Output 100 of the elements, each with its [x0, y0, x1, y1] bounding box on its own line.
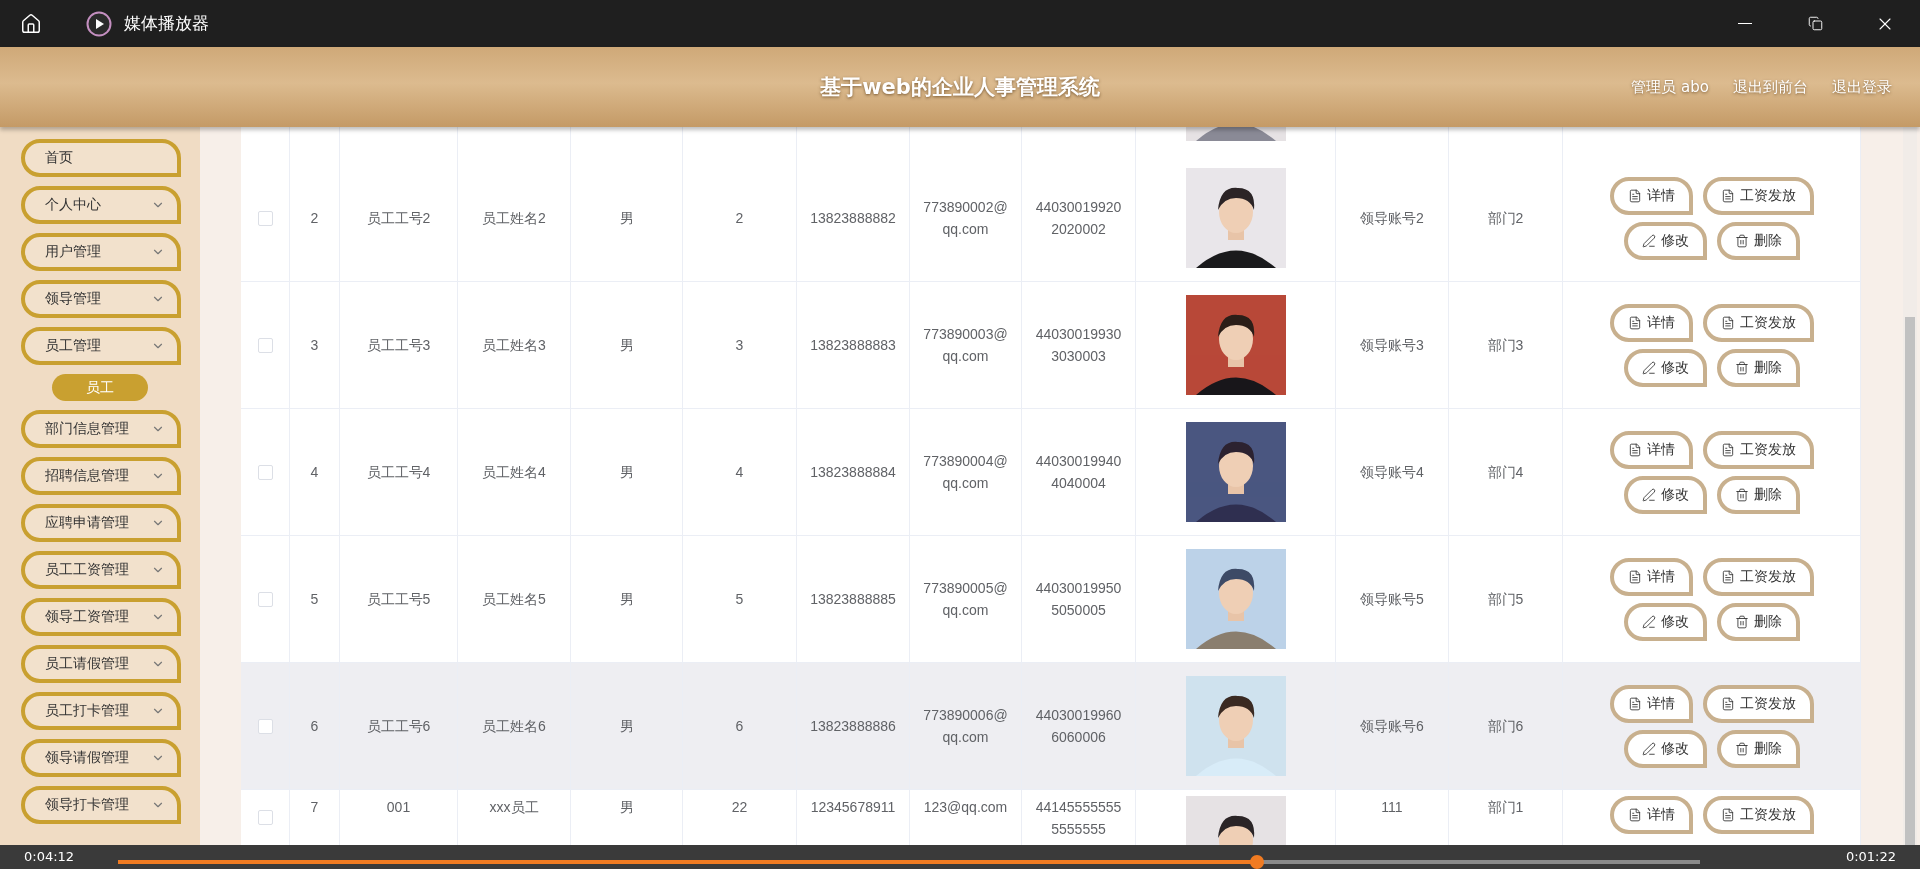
action-button[interactable]: 修改	[1623, 348, 1707, 387]
menu-item[interactable]: 员工打卡管理	[21, 692, 181, 730]
action-button[interactable]: 删除	[1716, 221, 1800, 260]
document-icon	[1627, 442, 1642, 457]
menu-item[interactable]: 领导打卡管理	[21, 786, 181, 824]
pencil-icon	[1641, 614, 1656, 629]
table-cell-text: 773890003@qq.com	[922, 325, 1009, 366]
table-cell-text: 7	[309, 798, 320, 817]
action-button[interactable]: 详情	[1609, 684, 1693, 723]
menu-item[interactable]: 员工管理	[21, 327, 181, 365]
action-button[interactable]: 删除	[1716, 729, 1800, 768]
action-button[interactable]: 删除	[1716, 602, 1800, 641]
table-cell-text: 员工姓名6	[481, 717, 547, 736]
table-cell-text: 员工工号5	[365, 590, 432, 609]
checkbox[interactable]	[257, 337, 273, 353]
checkbox[interactable]	[257, 810, 273, 825]
table-cell-text: 男	[618, 717, 635, 736]
table-cell-text: 领导账号6	[1359, 717, 1425, 736]
table-cell-text: 领导账号2	[1359, 209, 1425, 228]
document-icon	[1627, 569, 1642, 584]
checkbox[interactable]	[257, 591, 273, 607]
action-button[interactable]: 修改	[1623, 221, 1707, 260]
restore-icon	[1807, 16, 1823, 31]
table-cell-text: 员工姓名5	[481, 590, 547, 609]
menu-item[interactable]: 首页	[21, 139, 181, 177]
table-cell-text: 男	[618, 798, 635, 817]
action-button[interactable]: 详情	[1609, 796, 1693, 834]
action-button[interactable]: 详情	[1609, 176, 1693, 215]
table-cell-text: 440300199202020002	[1034, 198, 1123, 239]
table-cell-text: 男	[618, 336, 635, 355]
site-title: 基于web的企业人事管理系统	[820, 74, 1100, 101]
elapsed-time: 0:04:12	[24, 849, 75, 865]
document-icon	[1720, 569, 1735, 584]
progress-handle[interactable]	[1250, 855, 1265, 869]
trash-icon	[1734, 233, 1749, 248]
table-cell-text: 部门6	[1486, 717, 1525, 736]
menu-item[interactable]: 领导请假管理	[21, 739, 181, 777]
table-cell-text: 22	[730, 798, 749, 817]
action-button[interactable]: 工资发放	[1702, 303, 1814, 342]
action-button[interactable]: 删除	[1716, 475, 1800, 514]
scrollbar-thumb[interactable]	[1905, 317, 1915, 845]
home-icon[interactable]	[20, 12, 42, 35]
menu-item[interactable]: 领导管理	[21, 280, 181, 318]
table-cell-text: 13823888884	[809, 463, 897, 482]
table-cell-text: 部门2	[1486, 209, 1525, 228]
table-cell-text: 男	[618, 590, 635, 609]
table-cell-text: 员工工号2	[365, 209, 432, 228]
trash-icon	[1734, 741, 1749, 756]
document-icon	[1627, 696, 1642, 711]
table-cell-text: 4	[734, 463, 745, 482]
checkbox[interactable]	[257, 718, 273, 734]
action-button[interactable]: 详情	[1609, 303, 1693, 342]
pencil-icon	[1641, 487, 1656, 502]
action-button[interactable]: 详情	[1609, 430, 1693, 469]
menu-item[interactable]: 部门信息管理	[21, 410, 181, 448]
action-button[interactable]: 修改	[1623, 602, 1707, 641]
menu-item[interactable]: 应聘申请管理	[21, 504, 181, 542]
table-cell-text: 部门4	[1486, 463, 1525, 482]
menu-item[interactable]: 员工工资管理	[21, 551, 181, 589]
menu-item[interactable]: 用户管理	[21, 233, 181, 271]
table-cell-text: 13823888882	[809, 209, 897, 228]
menu-item[interactable]: 个人中心	[21, 186, 181, 224]
action-button[interactable]: 工资发放	[1702, 430, 1814, 469]
trash-icon	[1734, 614, 1749, 629]
table-cell-text: 领导账号3	[1359, 336, 1425, 355]
table-cell-text: 男	[618, 463, 635, 482]
table-cell-text: 773890004@qq.com	[922, 452, 1009, 493]
action-button[interactable]: 工资发放	[1702, 176, 1814, 215]
remaining-time: 0:01:22	[1845, 849, 1896, 865]
action-button[interactable]: 工资发放	[1702, 684, 1814, 723]
trash-icon	[1734, 487, 1749, 502]
scrollbar[interactable]	[1903, 127, 1917, 845]
progress-track[interactable]	[118, 855, 1700, 869]
document-icon	[1720, 808, 1735, 822]
document-icon	[1720, 696, 1735, 711]
trash-icon	[1734, 360, 1749, 375]
minimize-icon	[1738, 23, 1752, 24]
table-cell-text: 2	[309, 209, 320, 228]
menu-item[interactable]: 员工请假管理	[21, 645, 181, 683]
table-cell-text: 员工姓名2	[481, 209, 547, 228]
document-icon	[1627, 808, 1642, 822]
action-button[interactable]: 修改	[1623, 729, 1707, 768]
action-button[interactable]: 修改	[1623, 475, 1707, 514]
table-cell-text: 13823888886	[809, 717, 897, 736]
action-button[interactable]: 删除	[1716, 348, 1800, 387]
document-icon	[1720, 442, 1735, 457]
document-icon	[1720, 315, 1735, 330]
menu-item[interactable]: 招聘信息管理	[21, 457, 181, 495]
menu-item[interactable]: 领导工资管理	[21, 598, 181, 636]
checkbox[interactable]	[257, 464, 273, 480]
table-cell-text: 员工工号4	[365, 463, 432, 482]
table-cell-text: 3	[309, 336, 320, 355]
window-title: 媒体播放器	[124, 12, 209, 35]
table-cell-text: 440300199404040004	[1034, 452, 1123, 493]
action-button[interactable]: 工资发放	[1702, 557, 1814, 596]
table-cell-text: 4	[309, 463, 320, 482]
checkbox[interactable]	[257, 210, 273, 226]
action-button[interactable]: 详情	[1609, 557, 1693, 596]
table-cell-text: 部门1	[1486, 798, 1525, 817]
action-button[interactable]: 工资发放	[1702, 796, 1814, 834]
